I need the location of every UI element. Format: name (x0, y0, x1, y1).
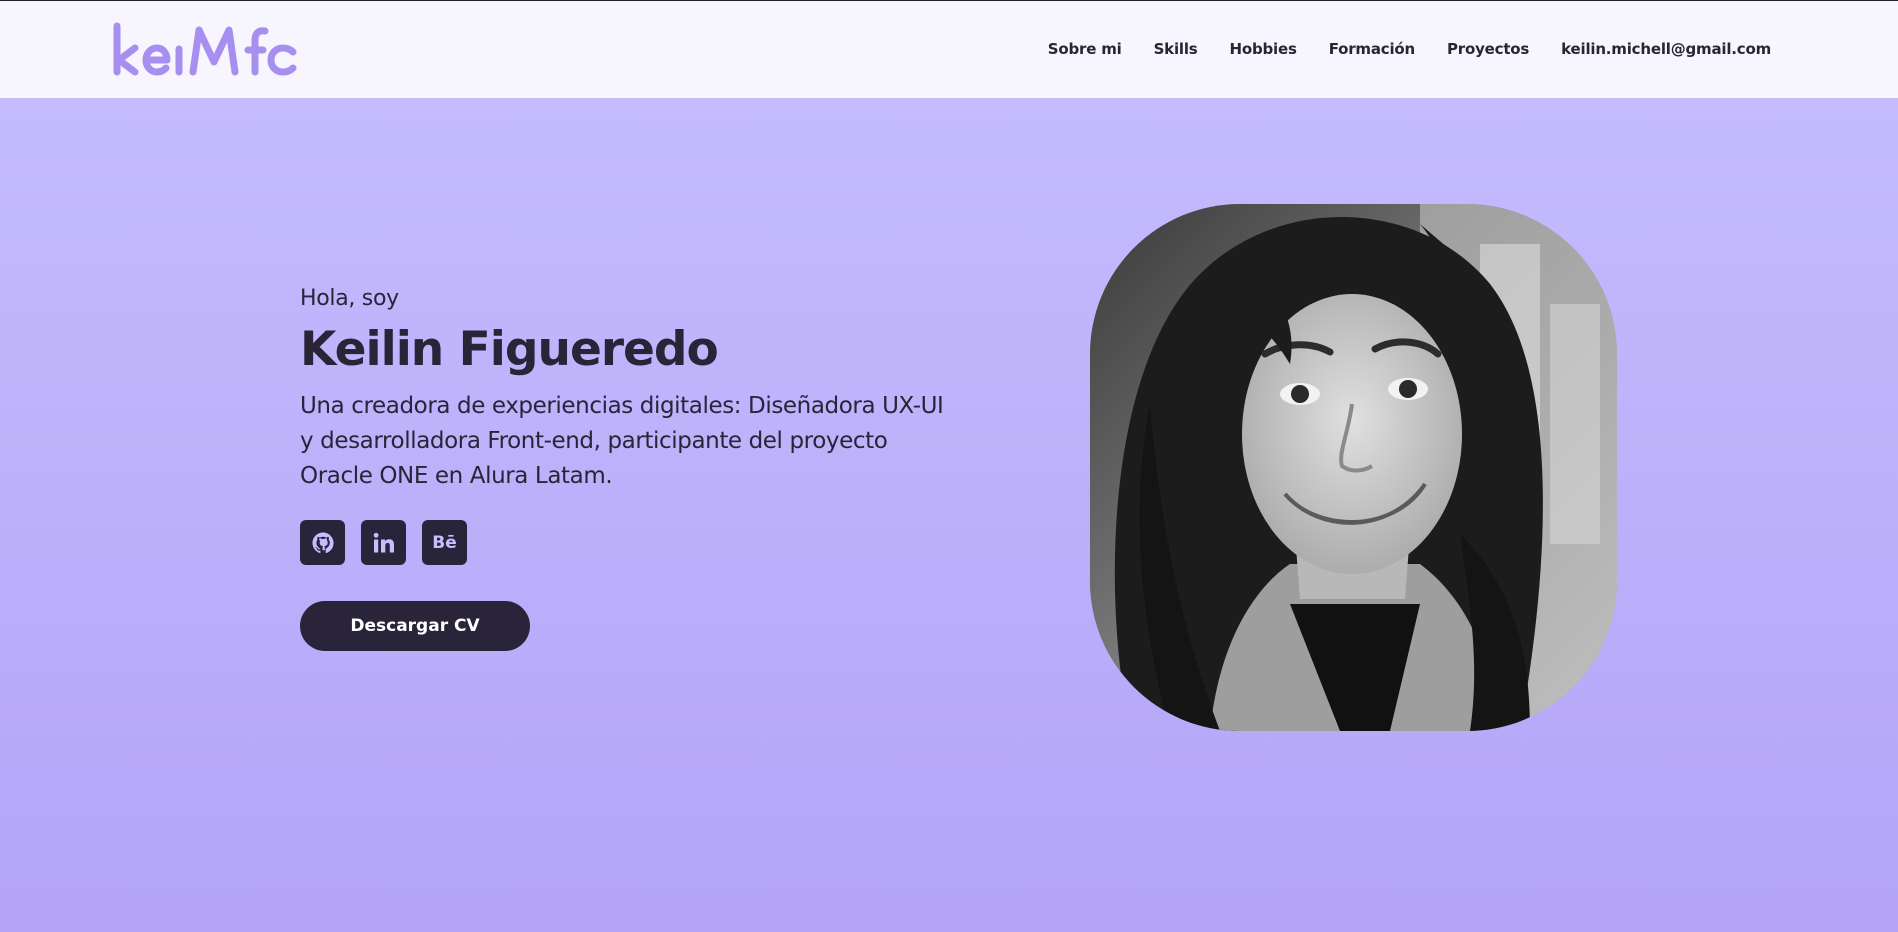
download-cv-button[interactable]: Descargar CV (300, 601, 530, 651)
github-icon (312, 532, 334, 553)
github-button[interactable] (300, 520, 345, 565)
main-nav: Sobre mi Skills Hobbies Formación Proyec… (1048, 40, 1771, 58)
nav-link-proyectos[interactable]: Proyectos (1447, 40, 1529, 58)
linkedin-icon (373, 532, 394, 552)
logo-mark (113, 22, 297, 75)
logo[interactable] (111, 22, 303, 78)
behance-button[interactable]: Bē (422, 520, 467, 565)
profile-photo (1090, 204, 1617, 731)
nav-link-hobbies[interactable]: Hobbies (1230, 40, 1297, 58)
nav-link-formacion[interactable]: Formación (1329, 40, 1416, 58)
social-links: Bē (300, 520, 960, 565)
navbar: Sobre mi Skills Hobbies Formación Proyec… (0, 1, 1898, 98)
nav-link-sobre-mi[interactable]: Sobre mi (1048, 40, 1122, 58)
behance-icon: Bē (432, 532, 457, 553)
hero-intro: Hola, soy Keilin Figueredo Una creadora … (300, 286, 960, 651)
profile-photo-illustration (1090, 204, 1617, 731)
nav-link-skills[interactable]: Skills (1154, 40, 1198, 58)
nav-link-email[interactable]: keilin.michell@gmail.com (1561, 40, 1771, 58)
linkedin-button[interactable] (361, 520, 406, 565)
hero-greeting: Hola, soy (300, 286, 399, 311)
hero-tagline: Una creadora de experiencias digitales: … (300, 393, 944, 489)
hero-name: Keilin Figueredo (300, 322, 719, 377)
